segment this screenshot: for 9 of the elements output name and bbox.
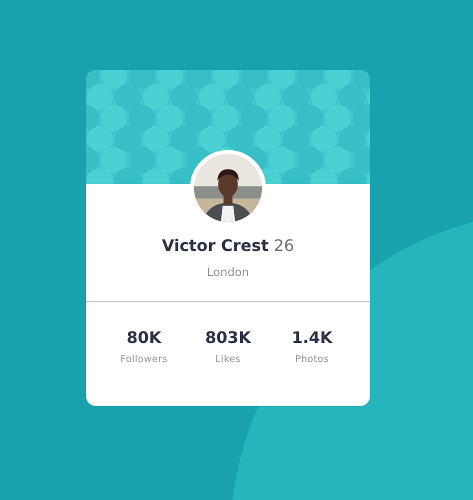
stat-label: Photos [295,353,329,368]
stat-label: Followers [120,353,168,368]
stat-label: Likes [215,353,241,368]
profile-age: 26 [274,236,294,255]
stat-value: 1.4K [292,327,332,350]
profile-location: London [206,265,250,279]
stat-value: 803K [205,327,251,350]
stat-value: 80K [126,327,162,350]
profile-name: Victor Crest [162,236,269,255]
